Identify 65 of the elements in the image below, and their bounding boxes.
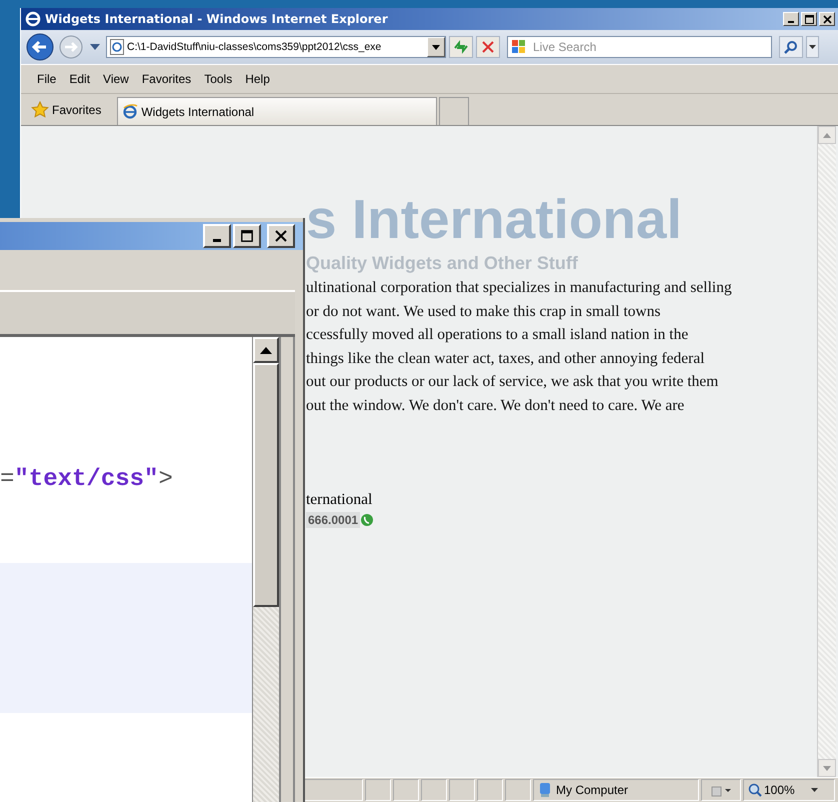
phone-icon[interactable] [361, 514, 374, 526]
code-editor[interactable]: ="text/css"> [0, 337, 252, 802]
menu-item[interactable]: Tools [198, 70, 238, 88]
minimize-button[interactable] [203, 224, 231, 248]
address-dropdown-button[interactable] [427, 37, 445, 57]
maximize-button[interactable] [233, 224, 261, 248]
back-button[interactable] [25, 32, 55, 62]
minimize-icon [788, 20, 794, 22]
history-dropdown-icon[interactable] [90, 44, 100, 50]
security-zone-text: My Computer [556, 783, 628, 797]
phone-number: 666.0001 [306, 512, 360, 528]
status-bar-pane [505, 779, 531, 801]
protected-mode-button[interactable] [701, 779, 741, 801]
search-field[interactable]: Live Search [507, 36, 772, 58]
maximize-icon [804, 14, 814, 24]
status-bar-pane [449, 779, 475, 801]
maximize-button[interactable] [801, 12, 817, 26]
search-button[interactable] [779, 36, 803, 58]
close-button[interactable] [819, 12, 835, 26]
search-input[interactable]: Live Search [531, 39, 771, 55]
code-line: ="text/css"> [0, 465, 174, 495]
menu-item[interactable]: Favorites [136, 70, 198, 88]
browser-tab[interactable]: Widgets International [117, 97, 438, 125]
favorites-button[interactable]: Favorites [27, 96, 106, 122]
up-arrow-icon [260, 346, 272, 354]
address-field[interactable]: C:\1-DavidStuff\niu-classes\coms359\ppt2012\css_exe [106, 36, 446, 58]
close-icon [822, 14, 832, 24]
dropdown-arrow-icon [809, 45, 816, 49]
site-tagline: Quality Widgets and Other Stuff [306, 252, 579, 274]
menu-item[interactable]: Help [239, 70, 276, 88]
page-icon [110, 39, 124, 55]
close-icon [482, 41, 494, 53]
window-title: Widgets International - Windows Internet Explorer [45, 12, 389, 26]
status-bar-pane [365, 779, 391, 801]
browser-logo-icon [122, 104, 138, 120]
search-icon [784, 40, 798, 54]
dropdown-arrow-icon [432, 44, 440, 50]
minimize-button[interactable] [783, 12, 799, 26]
search-options-button[interactable] [806, 36, 819, 58]
zoom-icon [748, 783, 762, 797]
minimize-icon [213, 238, 221, 242]
windows-flag-icon [511, 39, 527, 55]
menu-item[interactable]: File [31, 70, 62, 88]
browser-logo-icon [25, 11, 41, 27]
status-bar-pane [393, 779, 419, 801]
down-arrow-icon [823, 766, 831, 770]
close-button[interactable] [267, 224, 295, 248]
dropdown-arrow-icon [810, 788, 818, 792]
computer-icon [538, 782, 552, 798]
maximize-icon [241, 230, 253, 242]
stop-button[interactable] [476, 36, 500, 58]
up-arrow-icon [823, 132, 831, 138]
scrollbar-thumb[interactable] [253, 363, 279, 607]
zoom-control[interactable]: 100% [743, 779, 835, 801]
paragraph-text: ultinational corporation that specializes in manufacturing and selling or do not want. We used to make this crap in small towns ccessfully moved all operations to a small island nation in the things like the clean water act, taxes, and other annoying federal out our products or our lack of service, we ask that you write them out the window. We don't care. We don't need to care. We are [306, 278, 733, 416]
status-bar-pane [421, 779, 447, 801]
menu-item[interactable]: View [97, 70, 135, 88]
footer-text: ternational [306, 490, 374, 510]
site-heading: s International [306, 188, 683, 250]
close-icon [275, 230, 287, 242]
status-bar-pane [477, 779, 503, 801]
vertical-scrollbar[interactable] [252, 337, 279, 802]
refresh-icon [453, 40, 469, 54]
star-icon [31, 101, 49, 118]
menu-item[interactable]: Edit [63, 70, 96, 88]
